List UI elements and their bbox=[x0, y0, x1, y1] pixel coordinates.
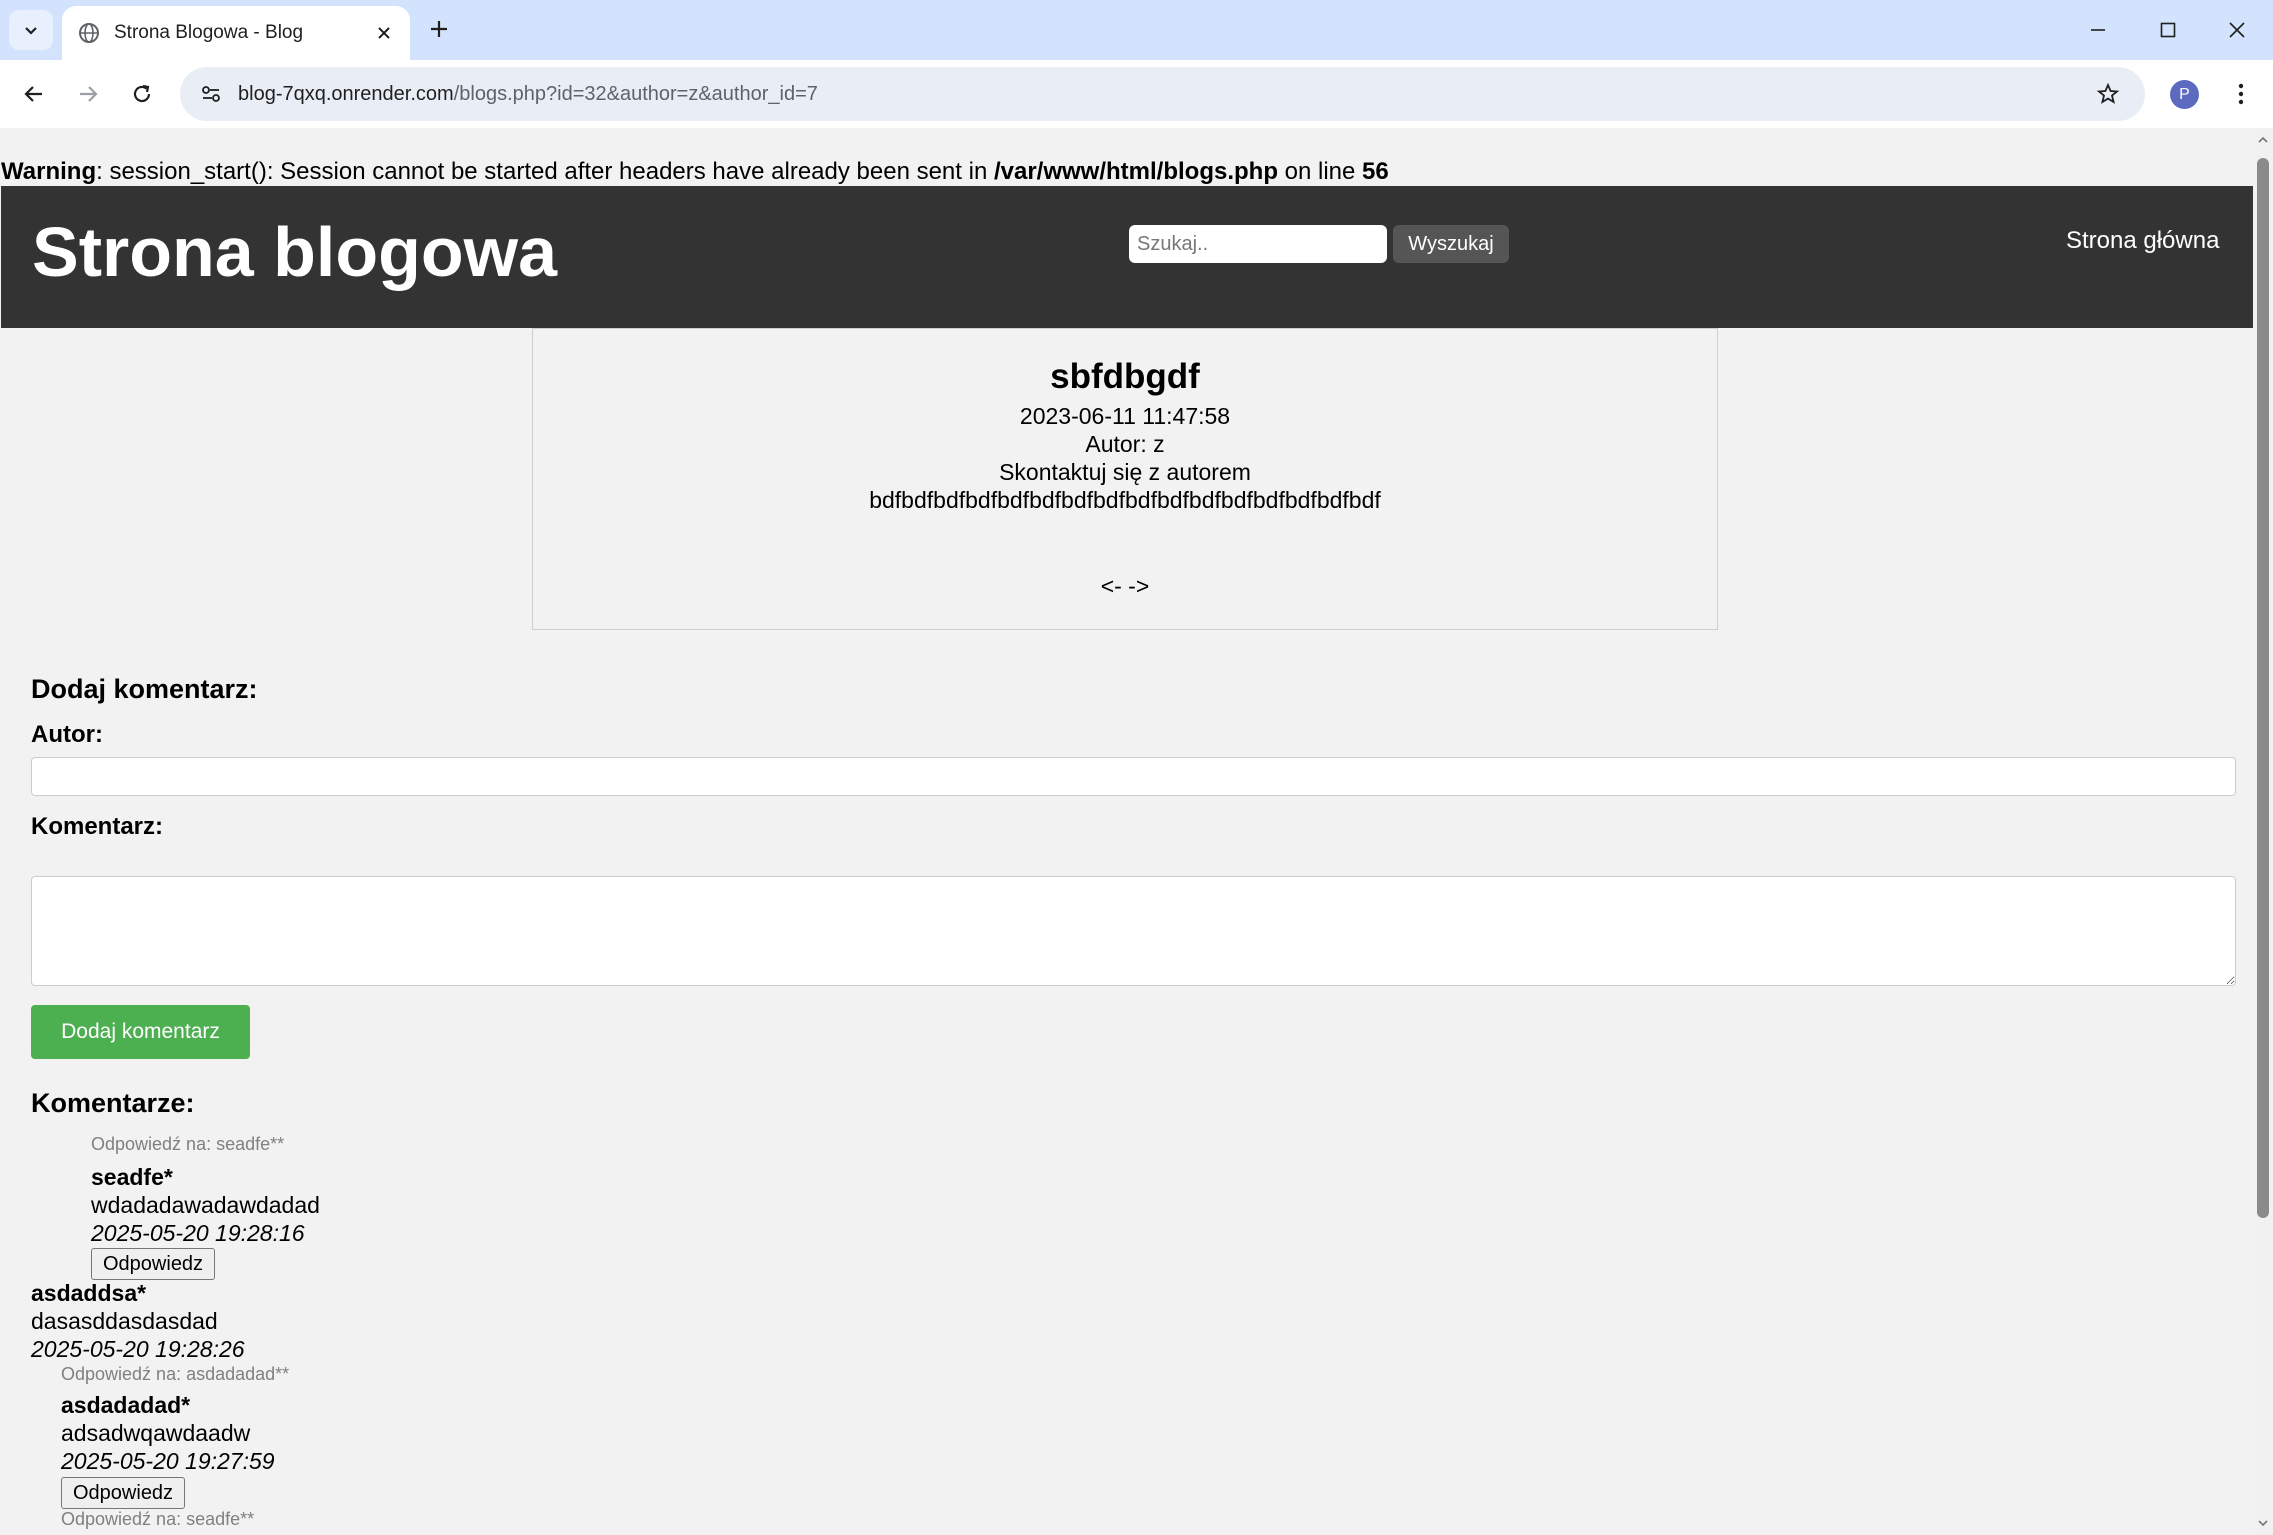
comment-label: Komentarz: bbox=[31, 813, 164, 840]
url-host: blog-7qxq.onrender.com bbox=[238, 82, 454, 105]
back-button[interactable] bbox=[16, 76, 52, 112]
comment-author: asdaddsa* bbox=[31, 1280, 147, 1306]
minimize-icon bbox=[2091, 29, 2105, 31]
warning-line-number: 56 bbox=[1362, 158, 1389, 185]
arrow-right-icon bbox=[80, 86, 98, 102]
comment-author: asdadadad* bbox=[61, 1392, 191, 1418]
comment-author: seadfe* bbox=[91, 1164, 173, 1190]
comment-text: adsadwqawdaadw bbox=[61, 1420, 251, 1446]
add-comment-heading: Dodaj komentarz: bbox=[31, 674, 258, 704]
arrow-left-icon bbox=[24, 86, 42, 102]
warning-file: /var/www/html/blogs.php bbox=[993, 158, 1278, 185]
search-button[interactable]: Wyszukaj bbox=[1393, 225, 1509, 263]
close-icon[interactable] bbox=[372, 21, 396, 45]
comment-text: wdadadawadawdadad bbox=[91, 1192, 320, 1218]
globe-icon bbox=[79, 23, 99, 43]
page-scrollbar[interactable] bbox=[2253, 128, 2273, 1535]
close-icon bbox=[2229, 22, 2245, 38]
reload-icon bbox=[133, 84, 151, 103]
reload-button[interactable] bbox=[124, 76, 160, 112]
comment-reply-to: Odpowiedź na: seadfe** bbox=[91, 1134, 285, 1154]
post-body: bdfbdfbdfbdfbdfbdfbdfbdfbdfbdfbdfbdfbdfb… bbox=[869, 487, 1381, 513]
window-close-button[interactable] bbox=[2203, 0, 2271, 60]
comment-reply-to: Odpowiedź na: asdadadad** bbox=[61, 1364, 290, 1384]
reply-button[interactable]: Odpowiedz bbox=[91, 1248, 216, 1280]
warning-label: Warning bbox=[1, 158, 97, 185]
blog-post: sbfdbgdf 2023-06-11 11:47:58 Autor: z Sk… bbox=[532, 328, 1718, 630]
contact-author-link[interactable]: Skontaktuj się z autorem bbox=[533, 459, 1717, 486]
site-header: Strona blogowa Wyszukaj Strona główna bbox=[1, 186, 2253, 328]
browser-tab[interactable]: Strona Blogowa - Blog bbox=[62, 6, 410, 60]
search-input[interactable] bbox=[1129, 225, 1387, 263]
scroll-up-icon[interactable] bbox=[2257, 134, 2269, 146]
comment-reply-to: Odpowiedź na: seadfe** bbox=[61, 1509, 255, 1529]
post-navigation[interactable]: <- -> bbox=[533, 573, 1717, 600]
comments-heading: Komentarze: bbox=[31, 1088, 195, 1118]
plus-icon bbox=[431, 21, 447, 37]
warning-on-line: on line bbox=[1277, 158, 1363, 185]
home-link[interactable]: Strona główna bbox=[2066, 227, 2219, 255]
author-input[interactable] bbox=[31, 757, 2236, 796]
browser-toolbar: blog-7qxq.onrender.com/blogs.php?id=32&a… bbox=[0, 60, 2273, 128]
scroll-down-icon[interactable] bbox=[2257, 1517, 2269, 1529]
site-info-icon[interactable] bbox=[194, 77, 228, 111]
new-tab-button[interactable] bbox=[424, 14, 454, 44]
tab-title: Strona Blogowa - Blog bbox=[114, 22, 304, 43]
warning-message: : session_start(): Session cannot be sta… bbox=[96, 158, 994, 185]
maximize-button[interactable] bbox=[2134, 0, 2202, 60]
site-title: Strona blogowa bbox=[32, 213, 557, 291]
add-comment-button[interactable]: Dodaj komentarz bbox=[31, 1005, 250, 1059]
profile-avatar[interactable]: P bbox=[2170, 80, 2199, 109]
address-bar[interactable]: blog-7qxq.onrender.com/blogs.php?id=32&a… bbox=[180, 67, 2145, 121]
post-date: 2023-06-11 11:47:58 bbox=[1019, 403, 1231, 429]
browser-tabstrip: Strona Blogowa - Blog bbox=[0, 0, 2273, 60]
comment-textarea[interactable] bbox=[31, 876, 2236, 986]
minimize-button[interactable] bbox=[2064, 0, 2132, 60]
chevron-down-icon bbox=[25, 27, 37, 35]
comment-date: 2025-05-20 19:28:16 bbox=[91, 1220, 305, 1246]
url-path: /blogs.php?id=32&author=z&author_id=7 bbox=[453, 82, 818, 105]
forward-button[interactable] bbox=[70, 76, 106, 112]
comment-date: 2025-05-20 19:28:26 bbox=[31, 1336, 245, 1362]
php-warning: Warning: session_start(): Session cannot… bbox=[1, 158, 1389, 186]
author-label: Autor: bbox=[31, 721, 103, 748]
comment-text: dasasddasdasdad bbox=[31, 1308, 218, 1334]
page-viewport: Warning: session_start(): Session cannot… bbox=[0, 128, 2253, 1535]
post-title: sbfdbgdf bbox=[1050, 357, 1200, 396]
bookmark-star-icon[interactable] bbox=[2091, 77, 2125, 111]
url-text[interactable]: blog-7qxq.onrender.com/blogs.php?id=32&a… bbox=[238, 83, 2091, 106]
reply-button[interactable]: Odpowiedz bbox=[61, 1477, 186, 1509]
more-menu-icon[interactable] bbox=[2226, 78, 2256, 110]
tab-search-button[interactable] bbox=[9, 10, 53, 50]
post-author: Autor: z bbox=[1085, 431, 1165, 457]
maximize-icon bbox=[2160, 22, 2176, 38]
scrollbar-thumb[interactable] bbox=[2257, 158, 2269, 1218]
comment-date: 2025-05-20 19:27:59 bbox=[61, 1448, 275, 1474]
